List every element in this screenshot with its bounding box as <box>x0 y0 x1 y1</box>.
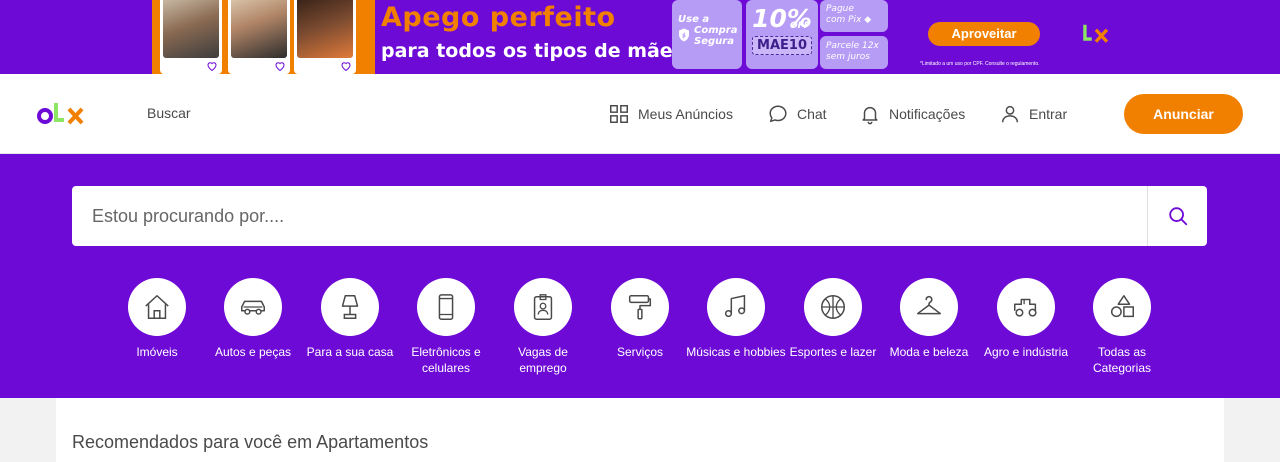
my-ads-link[interactable]: Meus Anúncios <box>608 102 733 126</box>
top-header: Buscar Meus Anúncios Chat Notificações E… <box>0 74 1280 154</box>
heart-icon <box>275 62 285 72</box>
search-button[interactable] <box>1147 186 1207 246</box>
category-icon-circle <box>611 278 669 336</box>
category-icon-circle <box>707 278 765 336</box>
category-agro[interactable]: Agro e indústria <box>976 278 1076 360</box>
my-ads-label: Meus Anúncios <box>638 106 733 122</box>
mother-photo <box>297 0 353 58</box>
svg-text:$: $ <box>682 33 686 40</box>
olx-logo[interactable] <box>36 100 88 128</box>
category-label: Esportes e lazer <box>789 345 877 359</box>
badge-icon <box>533 294 553 320</box>
paint-roller-icon <box>628 295 652 320</box>
search-input[interactable] <box>72 186 1147 246</box>
category-vagas[interactable]: Vagas de emprego <box>493 278 593 376</box>
category-icon-circle <box>224 278 282 336</box>
user-icon <box>1001 105 1019 123</box>
search-link[interactable]: Buscar <box>147 105 191 121</box>
pix-icon: ◆ <box>861 15 872 25</box>
category-label: Agro e indústria <box>983 345 1069 359</box>
banner-subheadline: para todos os tipos de mãe <box>381 40 673 62</box>
shield-icon: $ <box>679 28 689 42</box>
category-label: Vagas de emprego <box>518 345 568 375</box>
tractor-icon <box>1014 298 1037 317</box>
promo-safe-purchase: Use a $ Compra Segura <box>672 0 742 69</box>
promo-pix-text: com Pix <box>826 15 862 25</box>
category-label: Imóveis <box>136 345 178 359</box>
category-esportes[interactable]: Esportes e lazer <box>783 278 883 360</box>
promo-installments-text: Parcele 12x <box>826 41 879 51</box>
shapes-icon <box>1110 295 1134 318</box>
category-casa[interactable]: Para a sua casa <box>300 278 400 360</box>
category-icon-circle <box>321 278 379 336</box>
category-moda[interactable]: Moda e beleza <box>879 278 979 360</box>
mother-photo <box>231 0 287 58</box>
search-box <box>72 186 1207 246</box>
chat-bubble-icon <box>769 105 787 123</box>
notifications-link[interactable]: Notificações <box>859 102 965 126</box>
category-servicos[interactable]: Serviços <box>590 278 690 360</box>
category-icon-circle <box>997 278 1055 336</box>
phone-icon <box>438 294 454 320</box>
category-todas[interactable]: Todas as Categorias <box>1072 278 1172 376</box>
heart-icon <box>207 62 217 72</box>
category-label: Autos e peças <box>214 345 292 359</box>
banner-photo-card <box>160 0 222 74</box>
house-icon <box>145 295 169 319</box>
category-label: Músicas e hobbies <box>686 345 786 359</box>
grid-icon <box>610 105 628 123</box>
promo-banner[interactable]: Apego perfeito para todos os tipos de mã… <box>0 0 1280 74</box>
category-label: Eletrônicos e celulares <box>411 345 481 375</box>
chat-link[interactable]: Chat <box>767 102 827 126</box>
category-icon-circle <box>128 278 186 336</box>
category-eletronicos[interactable]: Eletrônicos e celulares <box>396 278 496 376</box>
category-icon-circle <box>514 278 572 336</box>
promo-installments: Parcele 12x sem juros <box>820 36 888 69</box>
category-musicas[interactable]: Músicas e hobbies <box>686 278 786 360</box>
promo-code: MAE10 <box>752 36 812 55</box>
category-icon-circle <box>1093 278 1151 336</box>
category-icon-circle <box>417 278 475 336</box>
promo-safe-text: Use a <box>678 14 710 25</box>
promo-pix: Pague com Pix ◆ <box>820 0 888 32</box>
bell-icon <box>862 106 878 125</box>
promo-installments-text: sem juros <box>826 52 870 62</box>
recommendations-title: Recomendados para você em Apartamentos <box>72 432 429 452</box>
promo-discount: 10% OFF MAE10 <box>746 0 818 69</box>
music-note-icon <box>724 295 746 318</box>
category-label: Moda e beleza <box>889 345 969 359</box>
olx-logo <box>1068 24 1109 43</box>
category-label: Para a sua casa <box>306 345 394 359</box>
hero-section: Imóveis Autos e peças Para a sua casa <box>0 154 1280 398</box>
category-icon-circle <box>900 278 958 336</box>
category-icon-circle <box>804 278 862 336</box>
hanger-icon <box>917 295 941 315</box>
aproveitar-button[interactable]: Aproveitar <box>928 22 1040 46</box>
car-icon <box>241 300 265 315</box>
category-imoveis[interactable]: Imóveis <box>107 278 207 360</box>
category-label: Serviços <box>616 345 663 359</box>
category-autos[interactable]: Autos e peças <box>203 278 303 360</box>
search-icon <box>1168 207 1187 226</box>
mother-photo <box>163 0 219 58</box>
banner-disclaimer: *Limitado a um uso por CPF. Consulte o r… <box>920 61 1040 67</box>
notifications-label: Notificações <box>889 106 966 122</box>
banner-headline: Apego perfeito <box>381 2 616 33</box>
promo-pix-text: Pague <box>826 4 854 14</box>
login-label: Entrar <box>1029 106 1068 122</box>
category-label: Todas as Categorias <box>1092 345 1152 375</box>
ball-icon <box>821 295 845 319</box>
promo-off-label: OFF <box>790 21 810 31</box>
login-link[interactable]: Entrar <box>999 102 1067 126</box>
banner-photo-card <box>294 0 356 74</box>
banner-photo-card <box>228 0 290 74</box>
chat-label: Chat <box>797 106 827 122</box>
anunciar-button[interactable]: Anunciar <box>1124 94 1243 134</box>
lamp-icon <box>341 295 359 319</box>
heart-icon <box>341 62 351 72</box>
recommendations-section: Recomendados para você em Apartamentos <box>56 398 1224 462</box>
